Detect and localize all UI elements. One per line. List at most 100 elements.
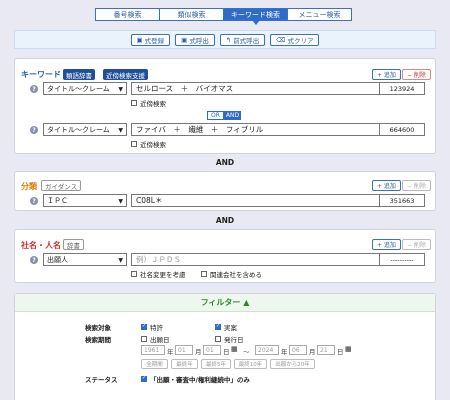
- utility-model-checkbox[interactable]: 実案: [215, 322, 237, 332]
- chevron-down-icon: ▼: [118, 127, 123, 134]
- 20-years-from-filing-button[interactable]: 出願から20年: [270, 359, 315, 369]
- keyword-input-2[interactable]: ファイバ ＋ 繊維 ＋ フィブリル: [131, 123, 390, 136]
- help-icon[interactable]: ?: [30, 85, 38, 93]
- company-panel: 社名・人名 辞書 + 追加 − 削除 ? 出願人 ▼ 例）ＪＰＤＳ -------…: [14, 229, 436, 283]
- active-only-label: 「出願・審査中/権利継続中」のみ: [150, 376, 250, 384]
- help-icon[interactable]: ?: [30, 256, 38, 264]
- keyword-add-button[interactable]: + 追加: [372, 69, 401, 80]
- patent-checkbox[interactable]: 特許: [141, 322, 163, 332]
- from-year-unit: 年: [167, 348, 174, 356]
- all-period-button[interactable]: 全期間: [141, 359, 168, 369]
- company-hit-count: ----------: [379, 253, 425, 266]
- last-5-years-button[interactable]: 最終5年: [201, 359, 231, 369]
- filter-toggle[interactable]: フィルター ▲: [15, 294, 435, 312]
- classification-hit-count: 351663: [379, 194, 425, 207]
- or-and-toggle[interactable]: OR AND: [207, 111, 241, 120]
- chevron-down-icon: ▼: [118, 198, 123, 205]
- company-input[interactable]: 例）ＪＰＤＳ: [131, 253, 390, 266]
- clear-formula-label: 式クリア: [287, 36, 314, 45]
- classification-type-select[interactable]: ＩＰＣ ▼: [43, 194, 127, 207]
- issue-date-checkbox[interactable]: 発行日: [215, 334, 244, 344]
- from-month-select[interactable]: 01: [175, 345, 193, 355]
- checkbox-box: [141, 375, 147, 382]
- to-day-select[interactable]: 21: [317, 345, 335, 355]
- previous-formula-button[interactable]: ↰ 前式呼出: [219, 33, 266, 46]
- formula-toolbar: ▣ 式登録 ▣ 式呼出 ↰ 前式呼出 ⌫ 式クリア: [14, 30, 436, 49]
- last-year-button[interactable]: 最終年: [171, 359, 198, 369]
- classification-section-title: 分類: [21, 182, 37, 191]
- help-icon[interactable]: ?: [30, 197, 38, 205]
- search-mode-tabs: 番号検索 類似検索 キーワード検索 メニュー検索: [95, 8, 352, 25]
- active-only-checkbox[interactable]: 「出願・審査中/権利継続中」のみ: [141, 374, 250, 384]
- company-type-select[interactable]: 出願人 ▼: [43, 253, 127, 266]
- chevron-down-icon: ▼: [118, 86, 123, 93]
- proximity-checkbox-1[interactable]: 近傍検索: [131, 98, 166, 108]
- to-day-unit: 日: [337, 348, 344, 356]
- name-change-checkbox[interactable]: 社名変更を考慮: [131, 269, 186, 279]
- to-month-unit: 月: [309, 348, 316, 356]
- tab-keyword-search[interactable]: キーワード検索: [223, 8, 288, 25]
- proximity-checkbox-2[interactable]: 近傍検索: [131, 139, 166, 149]
- checkbox-box: [141, 336, 147, 342]
- checkbox-box: [131, 271, 137, 277]
- filing-date-label: 出願日: [150, 336, 170, 344]
- keyword-field-select-1[interactable]: タイトル〜クレーム ▼: [43, 82, 127, 95]
- classification-input[interactable]: C08L＊: [131, 194, 390, 207]
- classification-type-value: ＩＰＣ: [47, 196, 68, 205]
- keyword-input-1[interactable]: セルロース ＋ バイオマス: [131, 82, 390, 95]
- and-option[interactable]: AND: [224, 111, 241, 120]
- tab-number-search[interactable]: 番号検索: [95, 8, 160, 21]
- keyword-section-title: キーワード: [21, 70, 61, 79]
- checkbox-box: [215, 336, 221, 342]
- from-month-unit: 月: [195, 348, 202, 356]
- company-add-button[interactable]: + 追加: [372, 239, 401, 250]
- filing-date-checkbox[interactable]: 出願日: [141, 334, 170, 344]
- eraser-icon: ⌫: [276, 35, 286, 44]
- search-period-label: 検索期間: [85, 336, 111, 344]
- search-target-label: 検索対象: [85, 324, 111, 332]
- last-10-years-button[interactable]: 最終10年: [234, 359, 267, 369]
- from-year-select[interactable]: 1961: [141, 345, 165, 355]
- classification-panel: 分類 ガイダンス + 追加 − 削除 ? ＩＰＣ ▼ C08L＊ 351663: [14, 171, 436, 211]
- affiliates-label: 関連会社を含める: [210, 271, 262, 279]
- keyword-hit-count-1: 123924: [379, 82, 425, 95]
- from-day-select[interactable]: 01: [203, 345, 221, 355]
- proximity-search-help-button[interactable]: 近傍検索支援: [103, 69, 148, 80]
- to-year-unit: 年: [281, 348, 288, 356]
- affiliates-checkbox[interactable]: 関連会社を含める: [201, 269, 262, 279]
- keyword-field-select-2[interactable]: タイトル〜クレーム ▼: [43, 123, 127, 136]
- checkbox-box: [131, 100, 137, 106]
- checkbox-box: [141, 323, 147, 330]
- clear-formula-button[interactable]: ⌫ 式クリア: [270, 33, 320, 46]
- save-formula-label: 式登録: [144, 36, 165, 45]
- dictionary-button[interactable]: 辞書: [63, 239, 84, 250]
- keyword-panel: キーワード 類語辞書 近傍検索支援 + 追加 − 削除 ? タイトル〜クレーム ▼…: [14, 58, 436, 154]
- proximity-label-1: 近傍検索: [140, 100, 166, 108]
- save-formula-button[interactable]: ▣ 式登録: [130, 33, 171, 46]
- guidance-button[interactable]: ガイダンス: [41, 180, 82, 191]
- utility-model-label: 実案: [224, 324, 237, 332]
- keyword-field-value-1: タイトル〜クレーム: [47, 84, 110, 93]
- save-icon: ▣: [136, 35, 143, 44]
- to-year-select[interactable]: 2024: [255, 345, 279, 355]
- company-delete-button[interactable]: − 削除: [402, 239, 431, 250]
- patent-label: 特許: [150, 324, 163, 332]
- tab-menu-search[interactable]: メニュー検索: [287, 8, 352, 21]
- chevron-down-icon: ▼: [118, 257, 123, 264]
- thesaurus-button[interactable]: 類語辞書: [63, 69, 95, 80]
- tab-similar-search[interactable]: 類似検索: [159, 8, 224, 21]
- load-formula-button[interactable]: ▣ 式呼出: [175, 33, 215, 46]
- calendar-icon[interactable]: ▦: [345, 345, 352, 353]
- classification-add-button[interactable]: + 追加: [372, 180, 401, 191]
- name-change-label: 社名変更を考慮: [140, 271, 186, 279]
- to-month-select[interactable]: 06: [289, 345, 307, 355]
- calendar-icon[interactable]: ▦: [231, 345, 238, 353]
- from-day-unit: 日: [223, 348, 230, 356]
- or-option[interactable]: OR: [207, 111, 224, 120]
- checkbox-box: [215, 323, 221, 330]
- help-icon[interactable]: ?: [30, 126, 38, 134]
- classification-delete-button[interactable]: − 削除: [402, 180, 431, 191]
- keyword-delete-button[interactable]: − 削除: [402, 69, 431, 80]
- filter-title: フィルター: [200, 298, 241, 307]
- date-range-separator: 〜: [243, 348, 250, 356]
